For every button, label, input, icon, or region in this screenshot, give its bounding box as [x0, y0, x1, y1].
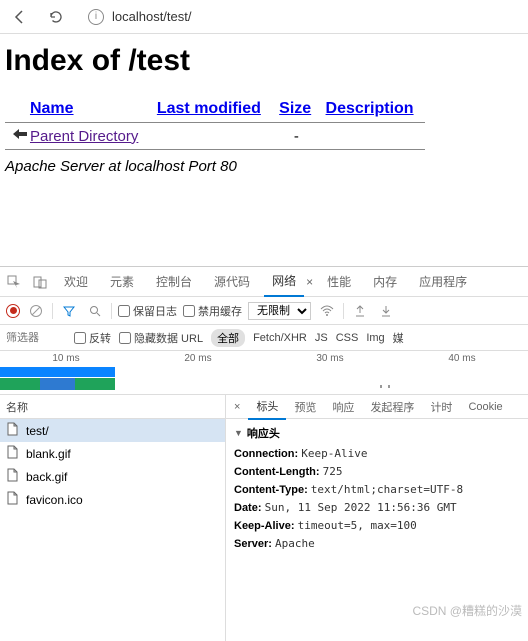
inspect-icon[interactable] — [4, 272, 24, 292]
tab-application[interactable]: 应用程序 — [411, 267, 475, 296]
invert-checkbox[interactable]: 反转 — [74, 330, 111, 346]
tab-preview[interactable]: 预览 — [286, 395, 324, 419]
throttling-select[interactable]: 无限制 — [248, 302, 311, 320]
download-icon[interactable] — [376, 301, 396, 321]
filter-media[interactable]: 媒 — [393, 330, 404, 346]
document-icon — [6, 468, 20, 485]
filter-all[interactable]: 全部 — [211, 329, 245, 347]
col-modified[interactable]: Last modified — [157, 100, 261, 117]
tab-cookies[interactable]: Cookie — [460, 397, 510, 417]
network-timeline[interactable]: 10 ms 20 ms 30 ms 40 ms — [0, 351, 528, 395]
triangle-down-icon: ▼ — [234, 428, 243, 438]
tab-response[interactable]: 响应 — [324, 395, 362, 419]
wifi-icon[interactable] — [317, 301, 337, 321]
tab-elements[interactable]: 元素 — [102, 267, 142, 296]
parent-directory-link[interactable]: Parent Directory — [30, 128, 138, 145]
tab-headers[interactable]: 标头 — [248, 395, 286, 420]
col-name[interactable]: Name — [30, 100, 74, 117]
request-row[interactable]: favicon.ico — [0, 488, 225, 511]
filter-row: 反转 隐藏数据 URL 全部 Fetch/XHR JS CSS Img 媒 — [0, 325, 528, 351]
back-icon — [5, 123, 23, 149]
request-list: 名称 test/ blank.gif back.gif — [0, 395, 226, 641]
col-size[interactable]: Size — [279, 100, 311, 117]
arrow-left-icon — [12, 9, 28, 25]
tab-initiator[interactable]: 发起程序 — [362, 395, 422, 419]
document-icon — [6, 445, 20, 462]
timeline-bar — [0, 367, 115, 377]
network-toolbar: 保留日志 禁用缓存 无限制 — [0, 297, 528, 325]
tab-performance[interactable]: 性能 — [319, 267, 359, 296]
back-button[interactable] — [8, 5, 32, 29]
directory-listing: Name Last modified Size Description Pare… — [5, 96, 425, 150]
headers-panel: ▼ 响应头 Connection: Keep-Alive Content-Len… — [226, 419, 528, 561]
request-details: × 标头 预览 响应 发起程序 计时 Cookie ▼ 响应头 Connecti… — [226, 395, 528, 641]
url-text: localhost/test/ — [112, 9, 192, 24]
filter-input[interactable] — [6, 332, 66, 344]
devtools-panel: 欢迎 元素 控制台 源代码 网络 × 性能 内存 应用程序 保留日志 禁用缓存 … — [0, 266, 528, 641]
browser-toolbar: i localhost/test/ — [0, 0, 528, 34]
site-info-icon[interactable]: i — [88, 9, 104, 25]
request-row[interactable]: test/ — [0, 419, 225, 442]
parent-size: - — [273, 123, 319, 150]
filter-css[interactable]: CSS — [336, 332, 359, 344]
document-icon — [6, 422, 20, 439]
header-row: Date: Sun, 11 Sep 2022 11:56:36 GMT — [234, 501, 520, 514]
refresh-icon — [48, 9, 64, 25]
col-desc[interactable]: Description — [326, 100, 414, 117]
header-row: Connection: Keep-Alive — [234, 447, 520, 460]
page-content: Index of /test Name Last modified Size D… — [0, 34, 528, 185]
server-info: Apache Server at localhost Port 80 — [5, 158, 523, 175]
tab-close-icon[interactable]: × — [306, 275, 313, 289]
search-icon[interactable] — [85, 301, 105, 321]
tab-memory[interactable]: 内存 — [365, 267, 405, 296]
clear-button[interactable] — [26, 301, 46, 321]
preserve-log-checkbox[interactable]: 保留日志 — [118, 303, 177, 319]
tab-welcome[interactable]: 欢迎 — [56, 267, 96, 296]
upload-icon[interactable] — [350, 301, 370, 321]
record-button[interactable] — [6, 304, 20, 318]
request-row[interactable]: back.gif — [0, 465, 225, 488]
header-row: Content-Length: 725 — [234, 465, 520, 478]
name-column-header[interactable]: 名称 — [0, 395, 225, 419]
page-title: Index of /test — [5, 44, 523, 78]
request-row[interactable]: blank.gif — [0, 442, 225, 465]
filter-js[interactable]: JS — [315, 332, 328, 344]
timeline-bar — [40, 378, 75, 390]
filter-img[interactable]: Img — [366, 332, 384, 344]
refresh-button[interactable] — [44, 5, 68, 29]
disable-cache-checkbox[interactable]: 禁用缓存 — [183, 303, 242, 319]
address-bar[interactable]: i localhost/test/ — [80, 9, 520, 25]
tab-network[interactable]: 网络 — [264, 266, 304, 297]
hide-data-urls-checkbox[interactable]: 隐藏数据 URL — [119, 330, 203, 346]
filter-toggle-icon[interactable] — [59, 301, 79, 321]
document-icon — [6, 491, 20, 508]
device-icon[interactable] — [30, 272, 50, 292]
close-details-button[interactable]: × — [226, 401, 248, 413]
tab-console[interactable]: 控制台 — [148, 267, 200, 296]
response-headers-section[interactable]: ▼ 响应头 — [234, 425, 520, 441]
header-row: Server: Apache — [234, 537, 520, 550]
header-row: Content-Type: text/html;charset=UTF-8 — [234, 483, 520, 496]
filter-fetch[interactable]: Fetch/XHR — [253, 332, 307, 344]
devtools-tab-row: 欢迎 元素 控制台 源代码 网络 × 性能 内存 应用程序 — [0, 267, 528, 297]
tab-sources[interactable]: 源代码 — [206, 267, 258, 296]
tab-timing[interactable]: 计时 — [422, 395, 460, 419]
header-row: Keep-Alive: timeout=5, max=100 — [234, 519, 520, 532]
